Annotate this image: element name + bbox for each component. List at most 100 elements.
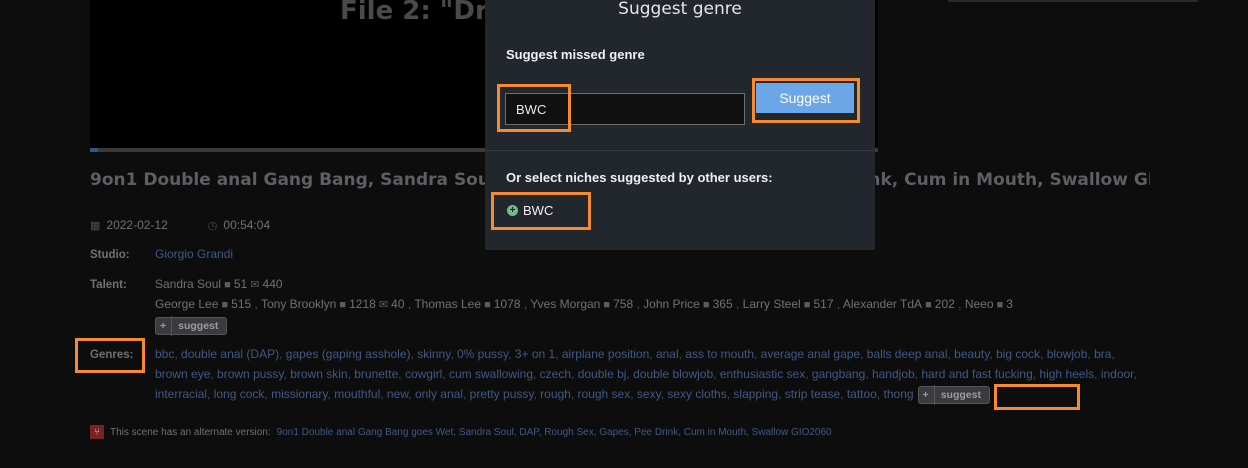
talent-video-count: 51 [233, 277, 248, 291]
genre-link[interactable]: brunette [354, 367, 398, 381]
genre-link[interactable]: mouthful [334, 387, 380, 401]
genre-link[interactable]: double anal (DAP) [181, 347, 279, 361]
video-camera-icon: ■ [800, 299, 814, 311]
genre-link[interactable]: gapes (gaping asshole) [286, 347, 411, 361]
talent-suggest-button[interactable]: + suggest [155, 315, 228, 336]
genre-link[interactable]: hard and fast fucking [921, 367, 1032, 381]
genre-link[interactable]: airplane position [562, 347, 649, 361]
genre-suggest-label: suggest [940, 388, 981, 401]
highlight-niche-option [491, 192, 591, 230]
calendar-icon: ▦ [90, 219, 101, 232]
list-separator: , [989, 347, 996, 361]
list-separator: , [633, 297, 644, 311]
genre-link[interactable]: ass to mouth [685, 347, 754, 361]
genre-link[interactable]: high heels [1039, 367, 1094, 381]
scene-duration: 00:54:04 [223, 218, 271, 232]
genre-link[interactable]: skinny [417, 347, 450, 361]
modal-divider [485, 150, 875, 151]
genre-link[interactable]: brown pussy [217, 367, 283, 381]
alternate-version-link[interactable]: 9on1 Double anal Gang Bang goes Wet, San… [277, 427, 832, 438]
genre-link[interactable]: cowgirl [405, 367, 442, 381]
highlight-suggest-button [752, 78, 860, 123]
list-separator: , [404, 297, 415, 311]
talent-link[interactable]: George Lee [155, 297, 218, 311]
list-separator: , [876, 387, 884, 401]
highlight-genre-suggest [994, 384, 1080, 410]
genre-link[interactable]: indoor [1101, 367, 1134, 381]
genre-link[interactable]: strip tease [785, 387, 840, 401]
genre-link[interactable]: brown eye [155, 367, 210, 381]
genre-link[interactable]: only anal [415, 387, 463, 401]
alternate-version-icon: ⑂ [90, 425, 104, 439]
video-camera-icon: ■ [699, 299, 713, 311]
talent-video-count: 365 [712, 297, 733, 311]
genre-link[interactable]: missionary [271, 387, 327, 401]
talent-link[interactable]: Alexander TdA [843, 297, 922, 311]
genre-link[interactable]: bra [1094, 347, 1111, 361]
list-separator: , [840, 387, 847, 401]
clock-icon: ◷ [207, 219, 218, 232]
genre-link[interactable]: slapping [733, 387, 778, 401]
studio-link[interactable]: Giorgio Grandi [155, 247, 233, 261]
list-separator: , [207, 387, 214, 401]
genre-link[interactable]: sexy [637, 387, 661, 401]
list-separator: , [778, 387, 785, 401]
genre-link[interactable]: long cock [214, 387, 265, 401]
scene-meta: ▦ 2022-02-12 ◷ 00:54:04 [90, 218, 270, 232]
genre-link[interactable]: pretty pussy [470, 387, 534, 401]
highlight-genres-label [75, 338, 145, 373]
talent-link[interactable]: John Price [643, 297, 700, 311]
genre-link[interactable]: sexy cloths [667, 387, 726, 401]
list-separator: , [630, 387, 637, 401]
genre-link[interactable]: 3+ on 1 [515, 347, 555, 361]
talent-link[interactable]: Thomas Lee [414, 297, 481, 311]
talent-link[interactable]: Larry Steel [743, 297, 801, 311]
talent-link[interactable]: Tony Brooklyn [261, 297, 336, 311]
talent-video-count: 202 [934, 297, 955, 311]
genre-link[interactable]: beauty [954, 347, 989, 361]
genre-link[interactable]: double blowjob [633, 367, 713, 381]
genres-list-line3: interracial, long cock, missionary, mout… [155, 384, 990, 405]
genre-link[interactable]: double bj [578, 367, 627, 381]
genre-link[interactable]: tattoo [847, 387, 877, 401]
studio-label: Studio: [90, 249, 130, 261]
genre-link[interactable]: bbc [155, 347, 174, 361]
video-camera-icon: ■ [218, 299, 232, 311]
video-camera-icon: ■ [221, 279, 234, 291]
list-separator: , [442, 367, 449, 381]
highlight-genre-input [497, 84, 571, 132]
list-separator: , [954, 297, 965, 311]
genre-link[interactable]: blowjob [1047, 347, 1088, 361]
genre-link[interactable]: 0% pussy [457, 347, 508, 361]
genre-link[interactable]: new [387, 387, 408, 401]
talent-video-count: 1218 [349, 297, 376, 311]
genre-link[interactable]: anal [656, 347, 679, 361]
modal-subtitle-niches: Or select niches suggested by other user… [506, 170, 773, 185]
genre-link[interactable]: average anal gape [761, 347, 860, 361]
genre-link[interactable]: handjob [872, 367, 915, 381]
talent-link[interactable]: Neeo [965, 297, 994, 311]
list-separator: , [398, 367, 405, 381]
genre-link[interactable]: rough [540, 387, 571, 401]
video-camera-icon: ■ [922, 299, 935, 311]
genre-link[interactable]: cum swallowing [449, 367, 533, 381]
genre-link[interactable]: thong [884, 387, 914, 401]
genre-link[interactable]: brown skin [290, 367, 347, 381]
genre-link[interactable]: balls deep anal [867, 347, 948, 361]
talent-link[interactable]: Yves Morgan [530, 297, 600, 311]
genres-list-line2: brown eye, brown pussy, brown skin, brun… [155, 364, 1137, 384]
genre-link[interactable]: interracial [155, 387, 207, 401]
talent-link[interactable]: Sandra Soul [155, 277, 221, 291]
genre-link[interactable]: czech [540, 367, 571, 381]
talent-list-primary: Sandra Soul ■ 51 ✉ 440 [155, 274, 283, 295]
video-camera-icon: ■ [600, 299, 614, 311]
genre-link[interactable]: rough sex [578, 387, 631, 401]
genre-link[interactable]: big cock [996, 347, 1040, 361]
list-separator: , [508, 347, 515, 361]
genre-suggest-button[interactable]: + suggest [917, 384, 990, 405]
genre-link[interactable]: enthusiastic sex [720, 367, 805, 381]
genre-link[interactable]: gangbang [812, 367, 865, 381]
talent-video-count: 517 [813, 297, 834, 311]
talent-list-secondary: George Lee ■ 515 , Tony Brooklyn ■ 1218 … [155, 294, 1013, 315]
talent-comment-count: 440 [262, 277, 283, 291]
